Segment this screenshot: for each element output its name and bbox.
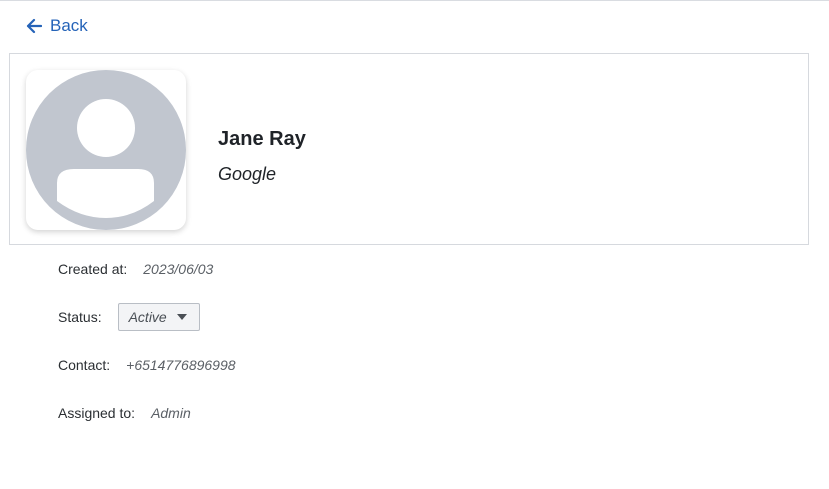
assigned-label: Assigned to: <box>58 405 136 421</box>
contact-value: +6514776896998 <box>126 357 236 373</box>
status-select[interactable]: Active <box>117 303 200 331</box>
back-link[interactable]: Back <box>26 16 88 36</box>
contact-row: Contact: +6514776896998 <box>58 357 236 373</box>
user-placeholder-icon <box>26 70 186 230</box>
assigned-value: Admin <box>151 405 191 421</box>
status-label: Status: <box>58 309 102 325</box>
caret-down-icon <box>176 314 187 320</box>
status-value: Active <box>128 309 167 325</box>
arrow-left-icon <box>26 18 42 34</box>
contact-label: Contact: <box>58 357 111 373</box>
profile-company: Google <box>218 164 277 184</box>
assigned-row: Assigned to: Admin <box>58 405 191 421</box>
top-divider <box>0 0 829 1</box>
created-at-row: Created at: 2023/06/03 <box>58 261 213 277</box>
back-label: Back <box>50 16 88 35</box>
avatar <box>26 70 186 230</box>
profile-name: Jane Ray <box>218 128 306 150</box>
status-row: Status: Active <box>58 303 200 331</box>
created-at-label: Created at: <box>58 261 128 277</box>
profile-card: Jane Ray Google <box>9 53 809 245</box>
created-at-value: 2023/06/03 <box>143 261 214 277</box>
